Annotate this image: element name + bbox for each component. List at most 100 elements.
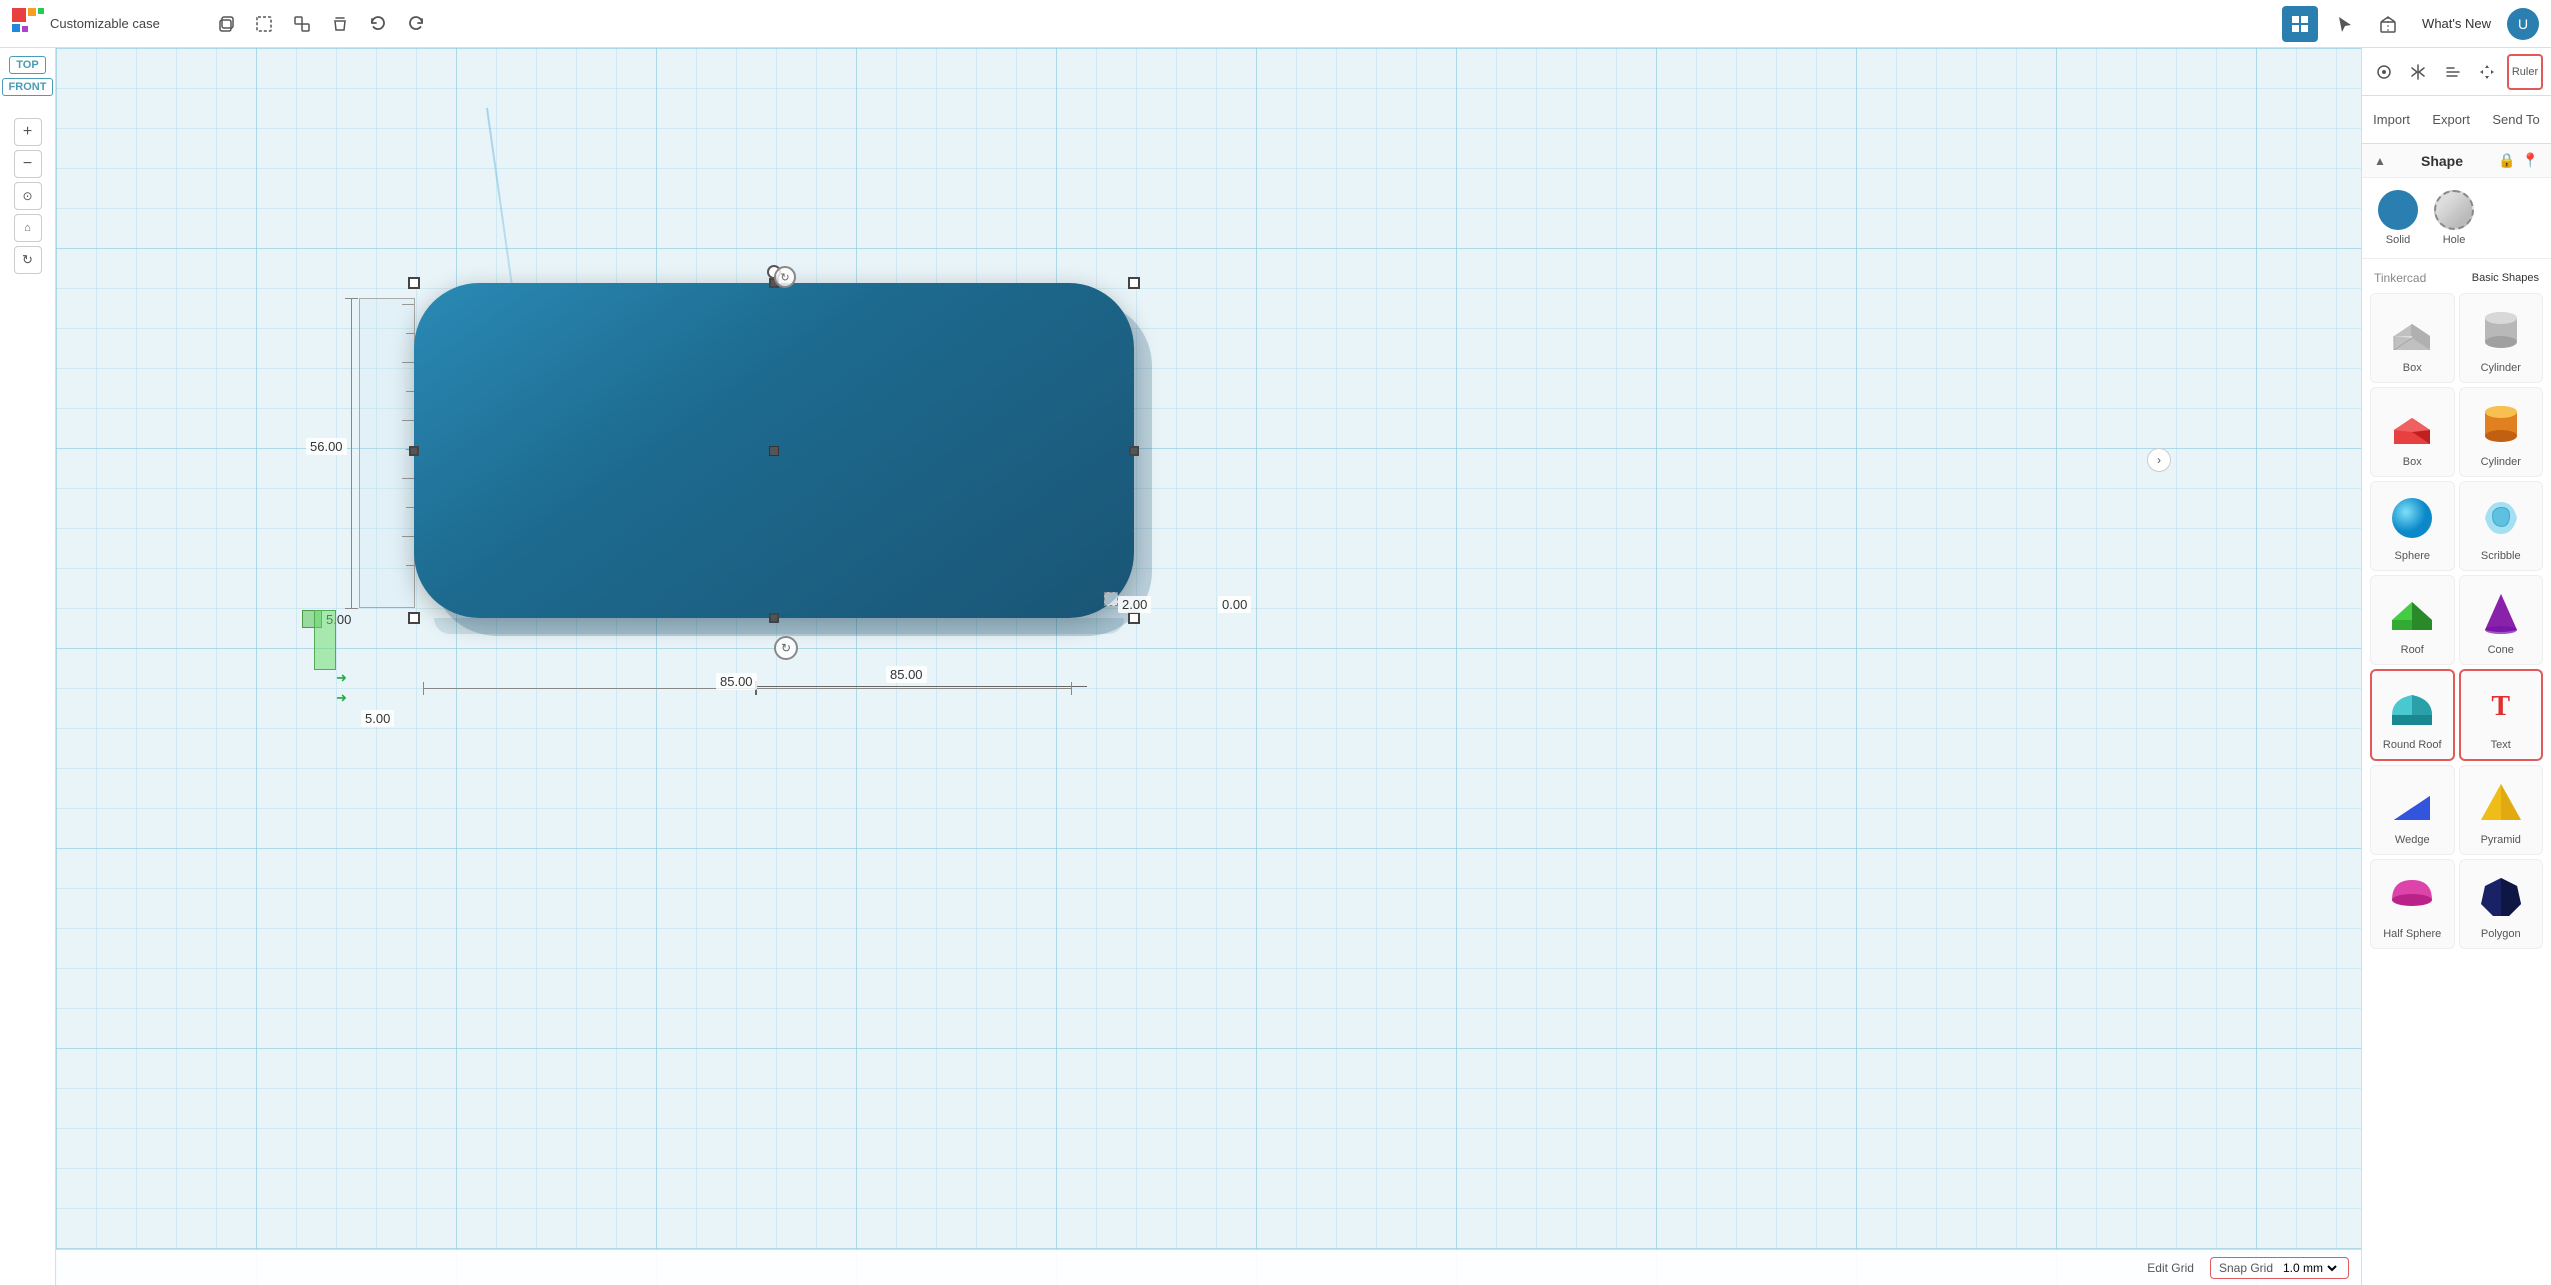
shape-name-text: Text <box>2491 739 2511 751</box>
user-avatar[interactable]: U <box>2507 8 2539 40</box>
shape-name-cyl-gray: Cylinder <box>2481 362 2521 374</box>
logo-area: Customizable case <box>0 8 200 40</box>
shape-name-scribble: Scribble <box>2481 550 2521 562</box>
shape-item-box-red[interactable]: Box <box>2370 387 2455 477</box>
box-gray-thumb <box>2384 302 2440 358</box>
shapes-library-panel[interactable]: Tinkercad Basic Shapes Box <box>2362 259 2551 1285</box>
hole-label: Hole <box>2443 234 2466 246</box>
shape-item-halfsphere[interactable]: Half Sphere <box>2370 859 2455 949</box>
center-handle[interactable] <box>769 446 779 456</box>
halfsphere-thumb <box>2384 868 2440 924</box>
package-button[interactable] <box>2370 6 2406 42</box>
measure-icon <box>1104 592 1118 606</box>
redo-button[interactable] <box>398 6 434 42</box>
snap-grid-select[interactable]: 1.0 mm 0.5 mm 2.0 mm 5.0 mm <box>2279 1260 2340 1276</box>
duplicate-button[interactable] <box>208 6 244 42</box>
export-button[interactable]: Export <box>2424 108 2478 131</box>
handle-mr[interactable] <box>1129 446 1139 456</box>
view-front-btn[interactable]: FRONT <box>2 78 54 96</box>
zoom-in-button[interactable]: + <box>14 118 42 146</box>
shape-item-text[interactable]: T Text <box>2459 669 2544 761</box>
shape-item-cyl-gray[interactable]: Cylinder <box>2459 293 2544 383</box>
shape-ground-shadow <box>434 618 1124 634</box>
home-button[interactable]: ⌂ <box>14 214 42 242</box>
main-layout: TOP FRONT + − ⊙ ⌂ ↻ <box>0 48 2551 1285</box>
sphere-thumb <box>2384 490 2440 546</box>
shape-header: ▲ Shape 🔒 📍 <box>2362 144 2551 178</box>
solid-hole-selector: Solid Hole <box>2362 178 2551 259</box>
solid-button[interactable]: Solid <box>2378 190 2418 246</box>
dim-depth-line <box>351 298 352 608</box>
handle-bl[interactable] <box>408 612 420 624</box>
right-icon-row: Ruler <box>2362 48 2551 96</box>
zoom-out-button[interactable]: − <box>14 150 42 178</box>
library-category-dropdown[interactable]: Basic Shapes <box>2472 272 2539 284</box>
height-indicator-box <box>314 610 336 670</box>
expand-panel-button[interactable]: › <box>2147 448 2171 472</box>
align-button[interactable] <box>2439 54 2467 90</box>
grid-view-button[interactable] <box>2282 6 2318 42</box>
mirror-button[interactable] <box>2404 54 2432 90</box>
ungroup-button[interactable] <box>284 6 320 42</box>
shape-item-cone[interactable]: Cone <box>2459 575 2544 665</box>
snap-grid-control[interactable]: Snap Grid 1.0 mm 0.5 mm 2.0 mm 5.0 mm <box>2210 1257 2349 1279</box>
lock-icon[interactable]: 🔒 <box>2498 152 2515 169</box>
3d-shape-container[interactable] <box>414 283 1134 618</box>
viewport[interactable]: ↻ ↻ 85.00 85.00 56.00 5.00 ➜ ➜ <box>56 48 2361 1285</box>
roundroof-thumb <box>2384 679 2440 735</box>
view-cube: TOP FRONT <box>2 56 54 98</box>
left-toolbar: TOP FRONT + − ⊙ ⌂ ↻ <box>0 48 56 1285</box>
dim-width-tick-l <box>423 682 424 695</box>
handle-tr[interactable] <box>1128 277 1140 289</box>
shape-item-cyl-orange[interactable]: Cylinder <box>2459 387 2544 477</box>
view-top-btn[interactable]: TOP <box>9 56 45 74</box>
shape-name-cone: Cone <box>2488 644 2514 656</box>
undo-button[interactable] <box>360 6 396 42</box>
pyramid-thumb <box>2473 774 2529 830</box>
handle-ml[interactable] <box>409 446 419 456</box>
rotate-handle-top[interactable]: ↻ <box>774 266 796 288</box>
import-button[interactable]: Import <box>2365 108 2418 131</box>
location-icon[interactable]: 📍 <box>2522 152 2539 169</box>
shapes-grid: Box Cylinder Box <box>2370 293 2543 949</box>
cursor-view-button[interactable] <box>2326 6 2362 42</box>
rotate-handle[interactable]: ↻ <box>774 636 798 660</box>
shape-item-pyramid[interactable]: Pyramid <box>2459 765 2544 855</box>
shape-name-pyramid: Pyramid <box>2481 834 2521 846</box>
edit-grid-button[interactable]: Edit Grid <box>2147 1261 2194 1275</box>
send-to-button[interactable]: Send To <box>2484 108 2547 131</box>
whats-new-button[interactable]: What's New <box>2414 12 2499 35</box>
dim-width-tick-r <box>1071 682 1072 695</box>
cyl-orange-thumb <box>2473 396 2529 452</box>
shape-item-roof[interactable]: Roof <box>2370 575 2455 665</box>
handle-tl[interactable] <box>408 277 420 289</box>
shape-name-cyl-orange: Cylinder <box>2481 456 2521 468</box>
fit-button[interactable]: ⊙ <box>14 182 42 210</box>
rotate-button[interactable]: ↻ <box>14 246 42 274</box>
shape-name-box-red: Box <box>2403 456 2422 468</box>
shape-name-box-gray: Box <box>2403 362 2422 374</box>
scribble-thumb <box>2473 490 2529 546</box>
ruler <box>359 298 415 608</box>
shape-item-polygon[interactable]: Polygon <box>2459 859 2544 949</box>
shape-name-sphere: Sphere <box>2395 550 2430 562</box>
hole-button[interactable]: Hole <box>2434 190 2474 246</box>
shape-item-roundroof[interactable]: Round Roof <box>2370 669 2455 761</box>
shape-collapse-icon[interactable]: ▲ <box>2374 154 2386 168</box>
delete-button[interactable] <box>322 6 358 42</box>
shape-panel-title: Shape <box>2421 153 2463 169</box>
select-mode-button[interactable] <box>2370 54 2398 90</box>
group-button[interactable] <box>246 6 282 42</box>
shape-item-box-gray[interactable]: Box <box>2370 293 2455 383</box>
box-red-thumb <box>2384 396 2440 452</box>
3d-shape[interactable] <box>414 283 1134 618</box>
roof-thumb <box>2384 584 2440 640</box>
shape-item-sphere[interactable]: Sphere <box>2370 481 2455 571</box>
shape-item-scribble[interactable]: Scribble <box>2459 481 2544 571</box>
handle-br[interactable] <box>1128 612 1140 624</box>
shape-name-polygon: Polygon <box>2481 928 2521 940</box>
shape-name-roof: Roof <box>2401 644 2424 656</box>
transform-button[interactable] <box>2473 54 2501 90</box>
ruler-button[interactable]: Ruler <box>2507 54 2543 90</box>
shape-item-wedge[interactable]: Wedge <box>2370 765 2455 855</box>
